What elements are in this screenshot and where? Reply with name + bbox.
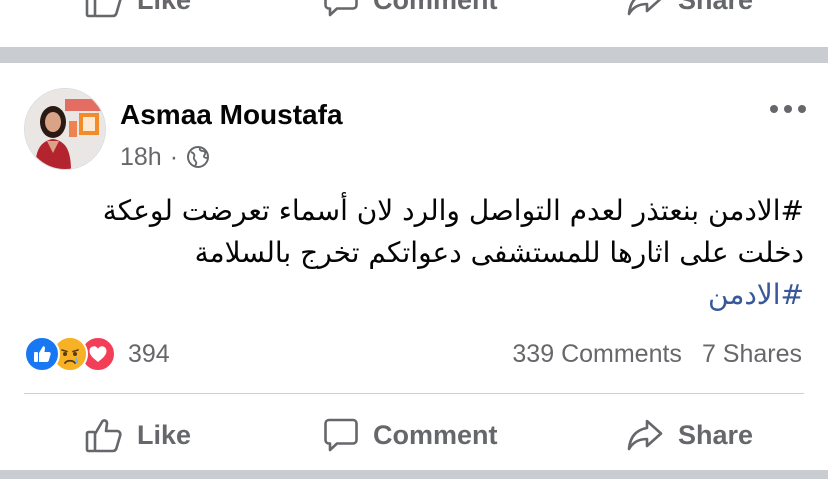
more-dot xyxy=(798,105,806,113)
like-label: Like xyxy=(137,419,192,450)
share-icon xyxy=(627,419,663,451)
comment-icon xyxy=(324,418,358,452)
thumbs-up-icon xyxy=(85,419,122,453)
comments-count[interactable]: 339 Comments xyxy=(512,340,682,369)
post-separator xyxy=(0,470,828,479)
like-button[interactable]: Like xyxy=(85,403,191,467)
comment-label: Comment xyxy=(373,419,498,450)
shares-count[interactable]: 7 Shares xyxy=(702,340,802,369)
author-name[interactable]: Asmaa Moustafa xyxy=(120,99,343,131)
share-button[interactable]: Share xyxy=(626,403,753,467)
thumbs-up-icon xyxy=(85,0,122,18)
reaction-count: 394 xyxy=(128,339,170,368)
more-dot xyxy=(770,105,778,113)
like-label: Like xyxy=(137,0,191,16)
globe-icon xyxy=(187,146,210,168)
more-dot xyxy=(784,105,792,113)
comment-icon xyxy=(324,0,358,17)
comment-button[interactable]: Comment xyxy=(323,403,498,467)
share-button[interactable]: Share xyxy=(626,0,753,32)
comment-button[interactable]: Comment xyxy=(323,0,498,32)
action-divider xyxy=(24,393,804,394)
previous-post-action-bar: Like Comment Share xyxy=(0,0,828,32)
more-options-button[interactable] xyxy=(770,101,806,117)
post-text-line: #الادمن بنعتذر لعدم التواصل والرد لان أس… xyxy=(102,194,804,227)
share-label: Share xyxy=(678,419,754,450)
post-separator xyxy=(0,47,828,63)
avatar[interactable] xyxy=(24,88,106,170)
engagement-stats: 339 Comments 7 Shares xyxy=(512,336,802,372)
post-meta: 18h · xyxy=(120,141,210,173)
post-action-bar: Like Comment Share xyxy=(0,403,828,467)
like-reaction-icon xyxy=(24,336,60,372)
post-time[interactable]: 18h xyxy=(120,143,162,172)
post-text-line: دخلت على اثارها للمستشفى دعواتكم تخرج با… xyxy=(194,236,804,269)
post-text: #الادمن بنعتذر لعدم التواصل والرد لان أس… xyxy=(84,190,804,316)
share-icon xyxy=(627,0,662,16)
feed-page: Like Comment Share Asmaa xyxy=(0,0,828,479)
meta-separator: · xyxy=(169,142,179,171)
reactions-summary[interactable]: 394 xyxy=(24,336,170,372)
hashtag-link[interactable]: #الادمن xyxy=(84,274,804,316)
share-label: Share xyxy=(678,0,753,16)
comment-label: Comment xyxy=(373,0,498,16)
like-button[interactable]: Like xyxy=(85,0,191,32)
avatar-photo xyxy=(25,89,105,169)
